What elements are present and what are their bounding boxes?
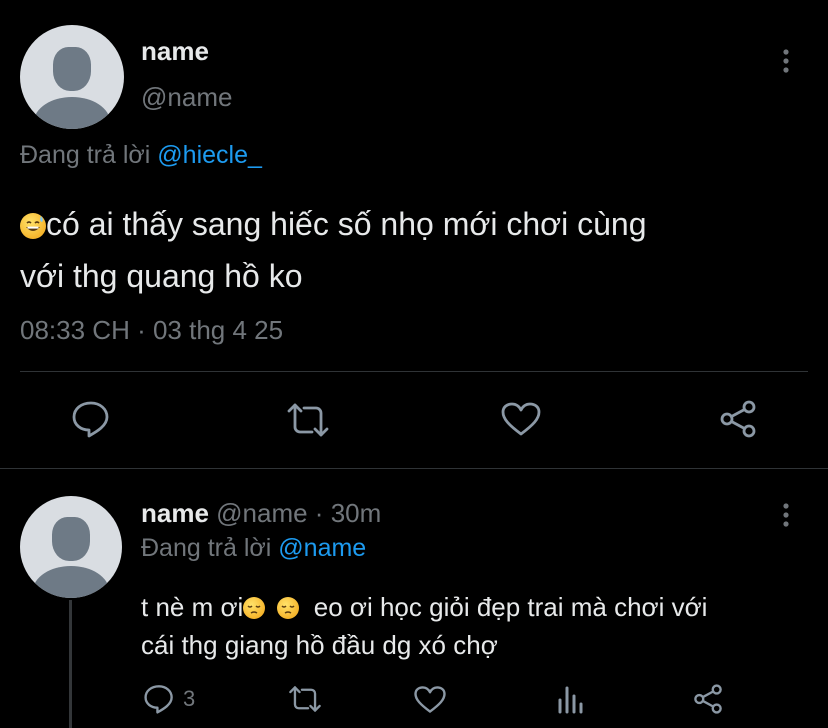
- avatar[interactable]: [20, 25, 124, 129]
- reply-text-line2: cái thg giang hồ đầu dg xó chợ: [141, 630, 498, 660]
- replying-to: Đang trả lời @hiecle_: [20, 141, 262, 170]
- replying-prefix: Đang trả lời: [141, 534, 272, 562]
- reply-action[interactable]: 3: [143, 684, 195, 714]
- display-name[interactable]: name: [141, 36, 209, 67]
- reply-icon[interactable]: [143, 684, 175, 714]
- pensive-emoji: [276, 597, 299, 619]
- replying-prefix: Đang trả lời: [20, 141, 151, 169]
- avatar[interactable]: [20, 496, 122, 598]
- thread-line: [69, 600, 72, 728]
- divider: [20, 371, 808, 372]
- more-vertical-icon[interactable]: [776, 48, 796, 74]
- divider: [0, 468, 828, 469]
- replying-to: Đang trả lời @name: [141, 534, 366, 563]
- mention-link[interactable]: @name: [278, 534, 366, 562]
- reply-icon[interactable]: [71, 400, 111, 438]
- tweet-text: có ai thấy sang hiếc số nhọ mới chơi cùn…: [20, 198, 810, 302]
- views-icon[interactable]: [556, 684, 584, 714]
- reply-count: 3: [183, 686, 196, 711]
- handle[interactable]: @name: [141, 82, 232, 113]
- reply-text: t nè m ơi eo ơi học giỏi đẹp trai mà chơ…: [141, 588, 821, 664]
- retweet-icon[interactable]: [288, 685, 322, 713]
- mention-link[interactable]: @hiecle_: [157, 141, 262, 169]
- share-icon[interactable]: [718, 400, 758, 438]
- tweet-text-line2: với thg quang hồ ko: [20, 258, 303, 294]
- retweet-icon[interactable]: [286, 402, 330, 438]
- reply-header: name @name · 30m: [141, 498, 381, 529]
- pensive-emoji: [243, 597, 266, 619]
- grinning-sweat-emoji: [20, 213, 46, 239]
- display-name[interactable]: name: [141, 498, 209, 528]
- like-icon[interactable]: [500, 401, 542, 437]
- more-vertical-icon[interactable]: [776, 502, 796, 528]
- handle-time[interactable]: @name · 30m: [216, 498, 381, 528]
- reply-text-part1: t nè m ơi: [141, 592, 244, 622]
- timestamp[interactable]: 08:33 CH · 03 thg 4 25: [20, 315, 283, 346]
- reply-text-part2: eo ơi học giỏi đẹp trai mà chơi với: [313, 592, 708, 622]
- tweet-text-line1: có ai thấy sang hiếc số nhọ mới chơi cùn…: [46, 206, 647, 242]
- like-icon[interactable]: [413, 685, 447, 714]
- share-icon[interactable]: [692, 684, 724, 714]
